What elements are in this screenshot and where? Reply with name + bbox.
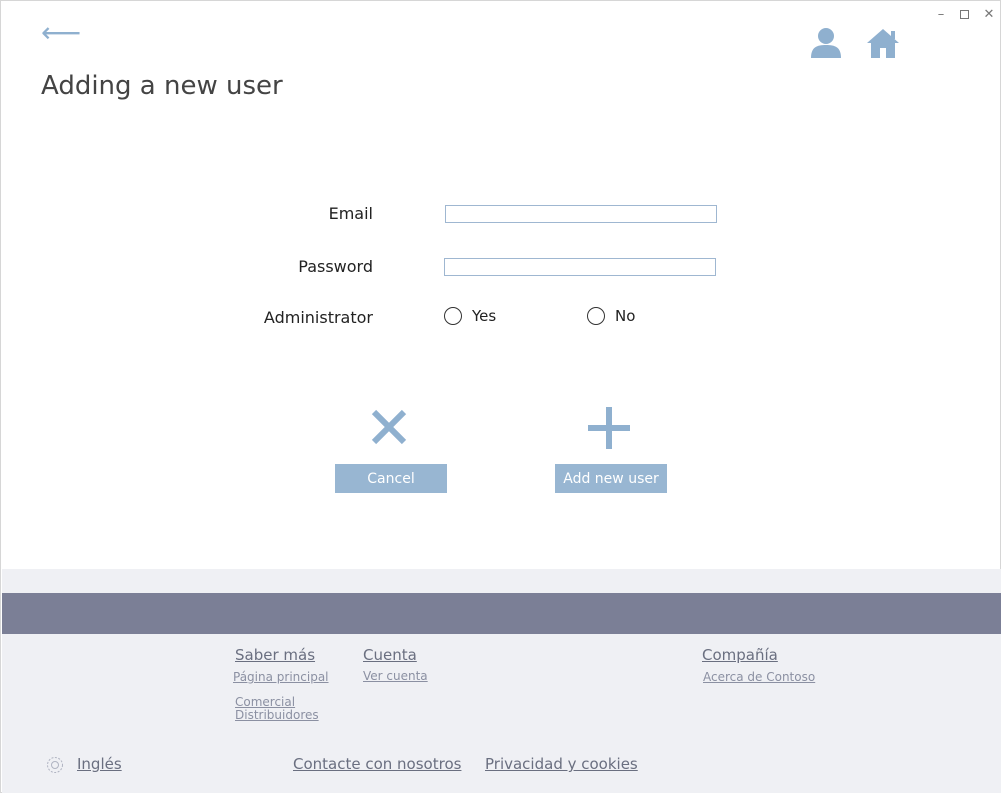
footer-cuenta[interactable]: Cuenta xyxy=(363,646,417,664)
admin-yes-label: Yes xyxy=(472,307,497,325)
email-label: Email xyxy=(328,204,373,223)
privacy-link[interactable]: Privacidad y cookies xyxy=(485,755,638,773)
minimize-button[interactable]: – xyxy=(933,7,949,23)
maximize-icon xyxy=(959,10,969,19)
home-icon[interactable] xyxy=(865,27,901,63)
password-label: Password xyxy=(298,257,373,276)
back-arrow-icon[interactable]: ⟵ xyxy=(41,19,81,47)
admin-no-label: No xyxy=(615,307,636,325)
footer-link-distribuidores[interactable]: Distribuidores xyxy=(235,709,319,722)
maximize-button[interactable] xyxy=(956,7,972,24)
footer-link-acerca-de-contoso[interactable]: Acerca de Contoso xyxy=(703,671,815,684)
cancel-x-icon[interactable] xyxy=(369,407,409,451)
language-link[interactable]: Inglés xyxy=(77,755,122,773)
page-title: Adding a new user xyxy=(41,71,283,101)
footer-compania[interactable]: Compañía xyxy=(702,646,778,664)
footer-saber-mas[interactable]: Saber más xyxy=(235,646,315,664)
admin-no-radio[interactable]: No xyxy=(587,307,635,325)
close-button[interactable]: ✕ xyxy=(981,7,997,23)
password-field[interactable] xyxy=(444,258,716,276)
footer-dark-band xyxy=(2,593,1001,634)
administrator-label: Administrator xyxy=(263,308,373,327)
user-icon[interactable] xyxy=(809,27,843,63)
add-plus-icon[interactable] xyxy=(586,405,632,455)
admin-yes-radio[interactable]: Yes xyxy=(444,307,496,325)
radio-circle-icon xyxy=(587,307,605,325)
app-window: – ✕ ⟵ Adding a new user Email Password A… xyxy=(0,0,1001,793)
footer-top-band xyxy=(2,569,1001,593)
email-field[interactable] xyxy=(445,205,717,223)
footer-link-pagina-principal[interactable]: Página principal xyxy=(233,671,329,684)
globe-icon xyxy=(46,756,64,778)
radio-circle-icon xyxy=(444,307,462,325)
cancel-button[interactable]: Cancel xyxy=(335,464,447,493)
contact-link[interactable]: Contacte con nosotros xyxy=(293,755,461,773)
footer-link-ver-cuenta[interactable]: Ver cuenta xyxy=(363,670,428,683)
add-new-user-button[interactable]: Add new user xyxy=(555,464,667,493)
